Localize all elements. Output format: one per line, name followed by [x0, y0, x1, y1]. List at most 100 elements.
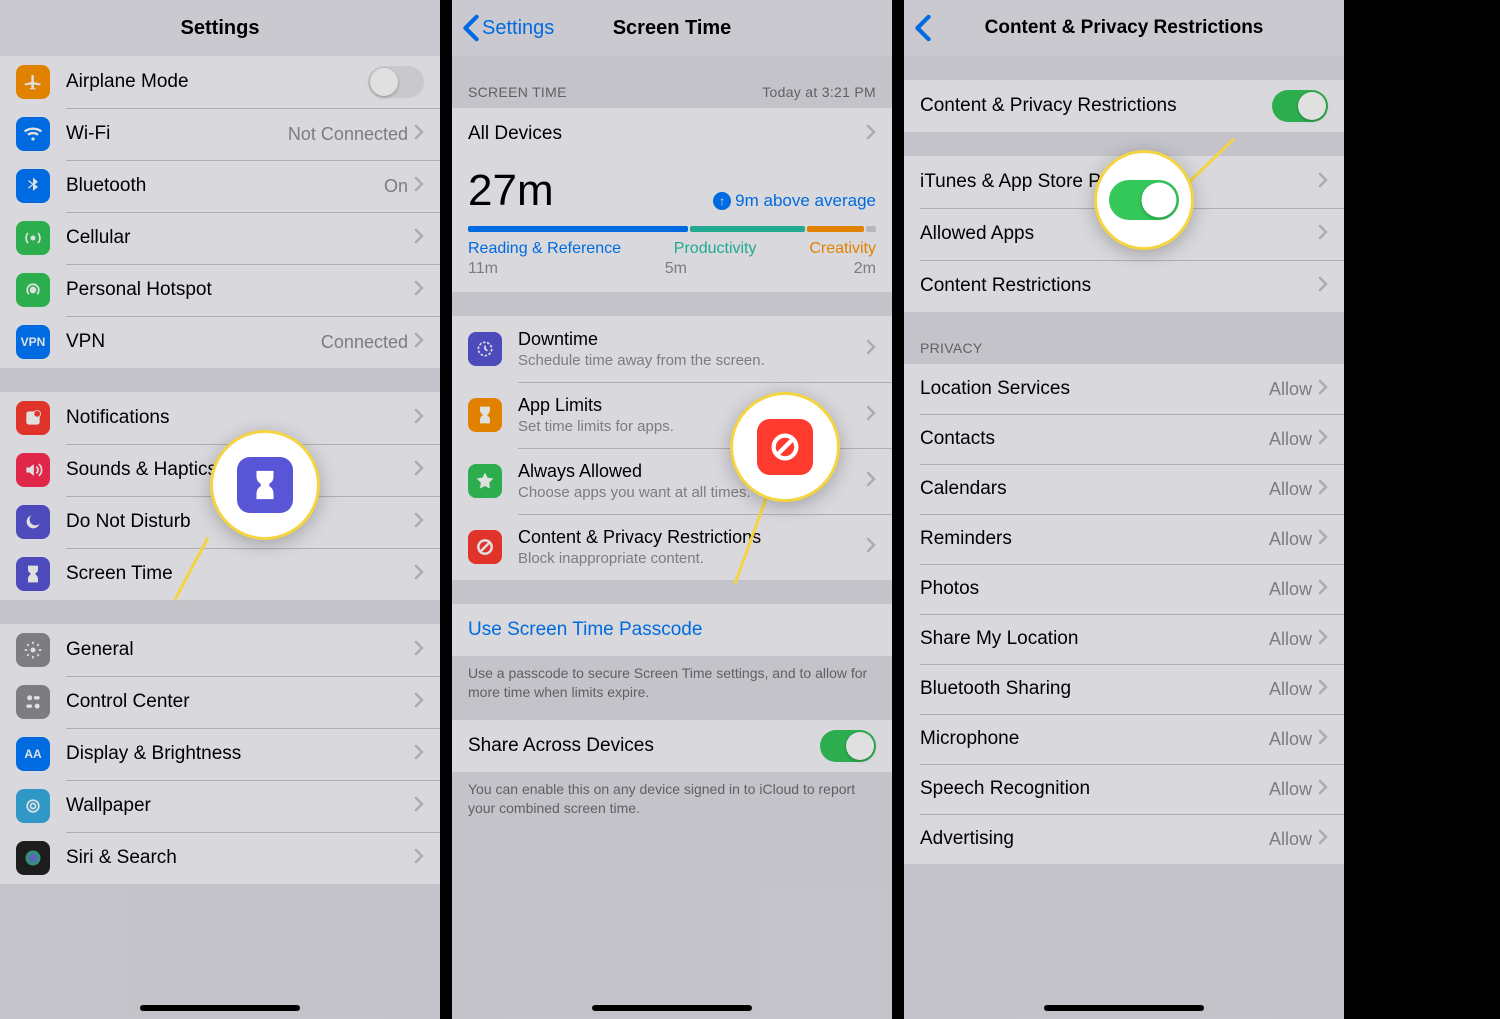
chevron-right-icon — [414, 280, 424, 301]
bluetooth-icon — [16, 169, 50, 203]
settings-row-screen-time[interactable]: Screen Time — [0, 548, 440, 600]
row-value: Allow — [1269, 779, 1312, 800]
navbar: Settings Screen Time — [452, 0, 892, 56]
header-label: SCREEN TIME — [468, 84, 567, 100]
always-icon — [468, 464, 502, 498]
settings-row-display-brightness[interactable]: AADisplay & Brightness — [0, 728, 440, 780]
wifi-icon — [16, 117, 50, 151]
settings-row-siri-search[interactable]: Siri & Search — [0, 832, 440, 884]
privacy-row-microphone[interactable]: MicrophoneAllow — [904, 714, 1344, 764]
hotspot-icon — [16, 273, 50, 307]
page-title: Content & Privacy Restrictions — [985, 17, 1264, 39]
settings-row-wi-fi[interactable]: Wi-FiNot Connected — [0, 108, 440, 160]
detail-value: Connected — [321, 332, 408, 353]
sounds-icon — [16, 453, 50, 487]
header-time: Today at 3:21 PM — [762, 84, 876, 100]
general-icon — [16, 633, 50, 667]
page-title: Settings — [181, 17, 260, 40]
row-value: Allow — [1269, 829, 1312, 850]
row-label: Personal Hotspot — [66, 279, 414, 301]
home-indicator[interactable] — [592, 1005, 752, 1011]
row-label: Airplane Mode — [66, 71, 368, 93]
main-restrictions-row[interactable]: Content & Privacy Restrictions — [904, 80, 1344, 132]
use-passcode-label: Use Screen Time Passcode — [468, 619, 876, 641]
main-restrictions-label: Content & Privacy Restrictions — [920, 95, 1272, 117]
chevron-right-icon — [414, 692, 424, 713]
wallpaper-icon — [16, 789, 50, 823]
category-value: 2m — [854, 260, 876, 278]
chevron-right-icon — [1318, 529, 1328, 550]
settings-row-personal-hotspot[interactable]: Personal Hotspot — [0, 264, 440, 316]
category-value: 11m — [468, 260, 498, 278]
siri-icon — [16, 841, 50, 875]
toggle[interactable] — [368, 66, 424, 98]
chevron-right-icon — [1318, 729, 1328, 750]
option-content-privacy-restrictions[interactable]: Content & Privacy RestrictionsBlock inap… — [452, 514, 892, 580]
row-value: Allow — [1269, 479, 1312, 500]
share-devices-toggle[interactable] — [820, 730, 876, 762]
main-restrictions-toggle[interactable] — [1272, 90, 1328, 122]
chevron-right-icon — [866, 339, 876, 360]
back-button[interactable] — [914, 14, 932, 42]
display-icon: AA — [16, 737, 50, 771]
chevron-right-icon — [414, 124, 424, 145]
callout-toggle-on — [1094, 150, 1194, 250]
settings-row-bluetooth[interactable]: BluetoothOn — [0, 160, 440, 212]
back-label: Settings — [482, 17, 554, 40]
controlcenter-icon — [16, 685, 50, 719]
chevron-right-icon — [414, 176, 424, 197]
row-value: Allow — [1269, 679, 1312, 700]
chevron-right-icon — [414, 408, 424, 429]
privacy-row-share-my-location[interactable]: Share My LocationAllow — [904, 614, 1344, 664]
navbar: Content & Privacy Restrictions — [904, 0, 1344, 56]
section-header-privacy: PRIVACY — [904, 312, 1344, 364]
chevron-right-icon — [414, 512, 424, 533]
settings-row-vpn[interactable]: VPNVPNConnected — [0, 316, 440, 368]
row-value: Allow — [1269, 579, 1312, 600]
chevron-right-icon — [414, 744, 424, 765]
chevron-right-icon — [414, 564, 424, 585]
chevron-right-icon — [866, 471, 876, 492]
row-label: General — [66, 639, 414, 661]
settings-row-notifications[interactable]: Notifications — [0, 392, 440, 444]
screentime-summary: 27m ↑ 9m above average Reading & Referen… — [452, 160, 892, 292]
option-downtime[interactable]: DowntimeSchedule time away from the scre… — [452, 316, 892, 382]
settings-row-cellular[interactable]: Cellular — [0, 212, 440, 264]
chevron-right-icon — [866, 537, 876, 558]
airplane-icon — [16, 65, 50, 99]
row-label: Siri & Search — [66, 847, 414, 869]
privacy-header-label: PRIVACY — [920, 340, 983, 356]
settings-row-wallpaper[interactable]: Wallpaper — [0, 780, 440, 832]
category-label: Creativity — [809, 240, 876, 258]
home-indicator[interactable] — [140, 1005, 300, 1011]
cellular-icon — [16, 221, 50, 255]
all-devices-row[interactable]: All Devices — [452, 108, 892, 160]
share-devices-row[interactable]: Share Across Devices — [452, 720, 892, 772]
option-title: Downtime — [518, 329, 866, 350]
privacy-row-bluetooth-sharing[interactable]: Bluetooth SharingAllow — [904, 664, 1344, 714]
settings-row-general[interactable]: General — [0, 624, 440, 676]
settings-row-control-center[interactable]: Control Center — [0, 676, 440, 728]
privacy-row-calendars[interactable]: CalendarsAllow — [904, 464, 1344, 514]
row-label: Bluetooth — [66, 175, 384, 197]
row-value: Allow — [1269, 429, 1312, 450]
chevron-right-icon — [1318, 224, 1328, 245]
chevron-right-icon — [1318, 629, 1328, 650]
home-indicator[interactable] — [1044, 1005, 1204, 1011]
privacy-row-photos[interactable]: PhotosAllow — [904, 564, 1344, 614]
row-label: Microphone — [920, 728, 1269, 750]
chevron-right-icon — [414, 848, 424, 869]
privacy-row-contacts[interactable]: ContactsAllow — [904, 414, 1344, 464]
privacy-row-advertising[interactable]: AdvertisingAllow — [904, 814, 1344, 864]
back-button[interactable]: Settings — [462, 14, 554, 42]
row-label: Content Restrictions — [920, 275, 1318, 297]
privacy-row-location-services[interactable]: Location ServicesAllow — [904, 364, 1344, 414]
detail-value: On — [384, 176, 408, 197]
use-passcode-row[interactable]: Use Screen Time Passcode — [452, 604, 892, 656]
chevron-right-icon — [1318, 172, 1328, 193]
nav-row-content-restrictions[interactable]: Content Restrictions — [904, 260, 1344, 312]
privacy-row-reminders[interactable]: RemindersAllow — [904, 514, 1344, 564]
settings-row-airplane-mode[interactable]: Airplane Mode — [0, 56, 440, 108]
privacy-row-speech-recognition[interactable]: Speech RecognitionAllow — [904, 764, 1344, 814]
screentime-icon — [237, 457, 293, 513]
